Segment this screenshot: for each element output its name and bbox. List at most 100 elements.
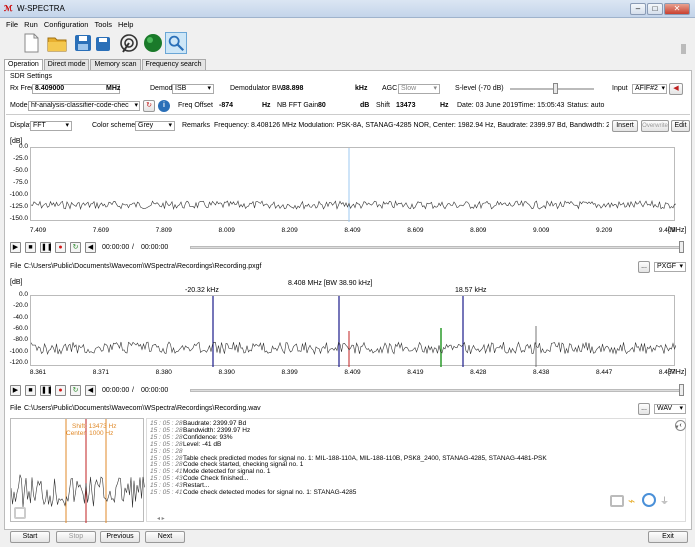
insert-button[interactable]: Insert: [612, 120, 638, 132]
record-indicator-icon[interactable]: [142, 32, 164, 54]
edit-button[interactable]: Edit: [671, 120, 690, 132]
agc-select[interactable]: Slow ▾: [398, 84, 440, 94]
next-button[interactable]: Next: [145, 531, 185, 543]
stop-button[interactable]: ■: [25, 385, 36, 396]
file1-browse-button[interactable]: ...: [638, 261, 650, 273]
file2-browse-button[interactable]: ...: [638, 403, 650, 415]
pause-button[interactable]: ❚❚: [40, 242, 53, 253]
color-scheme-value: Grey: [138, 122, 154, 129]
save-as-icon[interactable]: [72, 32, 94, 54]
volume-button[interactable]: ◀: [85, 242, 96, 253]
plot2-x-unit: [MHz]: [668, 369, 687, 376]
menu-configuration[interactable]: Configuration: [44, 20, 89, 29]
s-level-slider-track[interactable]: [510, 88, 594, 90]
player2-total: 00:00:00: [141, 387, 169, 394]
log-horizontal-scrollbar[interactable]: ◂ ▸: [157, 515, 677, 522]
loop-button[interactable]: ↻: [70, 385, 81, 396]
file2-format-select[interactable]: WAV ▾: [654, 404, 686, 414]
record-button[interactable]: ●: [55, 385, 66, 396]
sdr-settings-title: SDR Settings: [10, 73, 53, 80]
narrowband-spectrum-svg: [31, 296, 676, 367]
refresh-button[interactable]: ↻: [143, 100, 155, 112]
menu-file[interactable]: File: [6, 20, 18, 29]
baseband-spectrum-plot[interactable]: Shift: 13473 Hz Center: 1000 Hz: [10, 418, 145, 523]
tab-frequency-search[interactable]: Frequency search: [141, 59, 206, 70]
chevron-down-icon: ▾: [207, 85, 211, 92]
player1-total: 00:00:00: [141, 244, 169, 251]
export-icon[interactable]: [610, 495, 624, 507]
broom-icon[interactable]: ⌁: [628, 494, 635, 508]
shift-label: Shift: [376, 102, 391, 109]
pause-button[interactable]: ❚❚: [40, 385, 53, 396]
x-tick-label: 8.371: [92, 369, 110, 376]
search-icon[interactable]: [165, 32, 187, 54]
x-tick-label: 7.409: [29, 227, 47, 234]
y-tick-label: 0.0: [18, 291, 28, 298]
record-button[interactable]: ●: [55, 242, 66, 253]
s-level-slider-handle[interactable]: [553, 83, 558, 94]
agc-label: AGC: [382, 85, 398, 92]
stop-button[interactable]: ■: [25, 242, 36, 253]
close-button[interactable]: ✕: [664, 3, 690, 15]
overwrite-button[interactable]: Overwrite: [641, 120, 669, 132]
maximize-button[interactable]: □: [647, 3, 663, 15]
save-icon[interactable]: [92, 32, 114, 54]
input-select[interactable]: AFIF#2 ▾: [632, 84, 667, 94]
x-tick-label: 8.409: [344, 369, 361, 376]
title-bar: ℳ W-SPECTRA – □ ✕: [0, 0, 695, 18]
tab-operation[interactable]: Operation: [4, 59, 43, 70]
play-button[interactable]: ▶: [10, 385, 21, 396]
remarks-label: Remarks: [182, 122, 211, 129]
speaker-icon: ◀: [673, 85, 679, 92]
y-tick-label: -150.0: [9, 215, 28, 222]
divider: [6, 114, 690, 115]
demod-bw-value[interactable]: 38.898: [282, 85, 303, 92]
loop-button[interactable]: ↻: [70, 242, 81, 253]
window-title: W-SPECTRA: [17, 4, 65, 13]
rx-freq-unit: MHz: [106, 85, 121, 92]
player2-time: 00:00:00: [102, 387, 130, 394]
player2-progress-handle[interactable]: [679, 384, 684, 396]
shift-unit: Hz: [440, 102, 449, 109]
tab-direct-mode[interactable]: Direct mode: [43, 59, 90, 70]
mode-select[interactable]: hf-analysis-classifier-code-chec ▾: [28, 101, 140, 111]
wideband-spectrum-plot[interactable]: [30, 147, 676, 222]
plot2-unit: [dB]: [10, 279, 23, 286]
stop-nav-button[interactable]: Stop: [56, 531, 96, 543]
info-icon[interactable]: i: [158, 100, 170, 112]
exit-button[interactable]: Exit: [648, 531, 688, 543]
y-tick-label: -80.0: [13, 336, 28, 344]
main-tabs: Operation Direct mode Memory scan Freque…: [4, 59, 207, 70]
log-message: Code check detected modes for signal no.…: [183, 489, 357, 497]
x-tick-label: 7.609: [92, 227, 110, 234]
play-button[interactable]: ▶: [10, 242, 21, 253]
player2-progress-track[interactable]: [190, 389, 680, 392]
y-tick-label: -50.0: [13, 167, 28, 174]
menu-bar: File Run Configuration Tools Help: [0, 18, 695, 30]
file1-format-select[interactable]: PXGF ▾: [654, 262, 686, 272]
color-scheme-select[interactable]: Grey ▾: [135, 121, 175, 131]
antenna-scan-icon[interactable]: [118, 32, 140, 54]
tab-memory-scan[interactable]: Memory scan: [90, 59, 141, 70]
menu-help[interactable]: Help: [118, 20, 133, 29]
volume-button[interactable]: ◀: [85, 385, 96, 396]
expand-icon[interactable]: [14, 507, 26, 519]
speaker-button[interactable]: ◀: [669, 83, 683, 95]
demod-select[interactable]: ISB ▾: [172, 84, 214, 94]
collapse-log-button[interactable]: ‹: [675, 420, 686, 431]
previous-button[interactable]: Previous: [100, 531, 140, 543]
new-file-icon[interactable]: [20, 32, 42, 54]
clock-icon[interactable]: [642, 493, 656, 507]
menu-run[interactable]: Run: [24, 20, 38, 29]
minimize-button[interactable]: –: [630, 3, 646, 15]
player1-progress-track[interactable]: [190, 246, 680, 249]
input-value: AFIF#2: [635, 85, 658, 92]
filter-icon[interactable]: ⏚: [660, 494, 669, 507]
player1-progress-handle[interactable]: [679, 241, 684, 253]
narrowband-spectrum-plot[interactable]: [30, 295, 676, 367]
display-select[interactable]: FFT ▾: [30, 121, 72, 131]
open-folder-icon[interactable]: [46, 32, 68, 54]
event-log[interactable]: 15 : 05 : 28Baudrate: 2399.97 Bd 15 : 05 …: [146, 418, 686, 522]
start-button[interactable]: Start: [10, 531, 50, 543]
menu-tools[interactable]: Tools: [94, 20, 112, 29]
